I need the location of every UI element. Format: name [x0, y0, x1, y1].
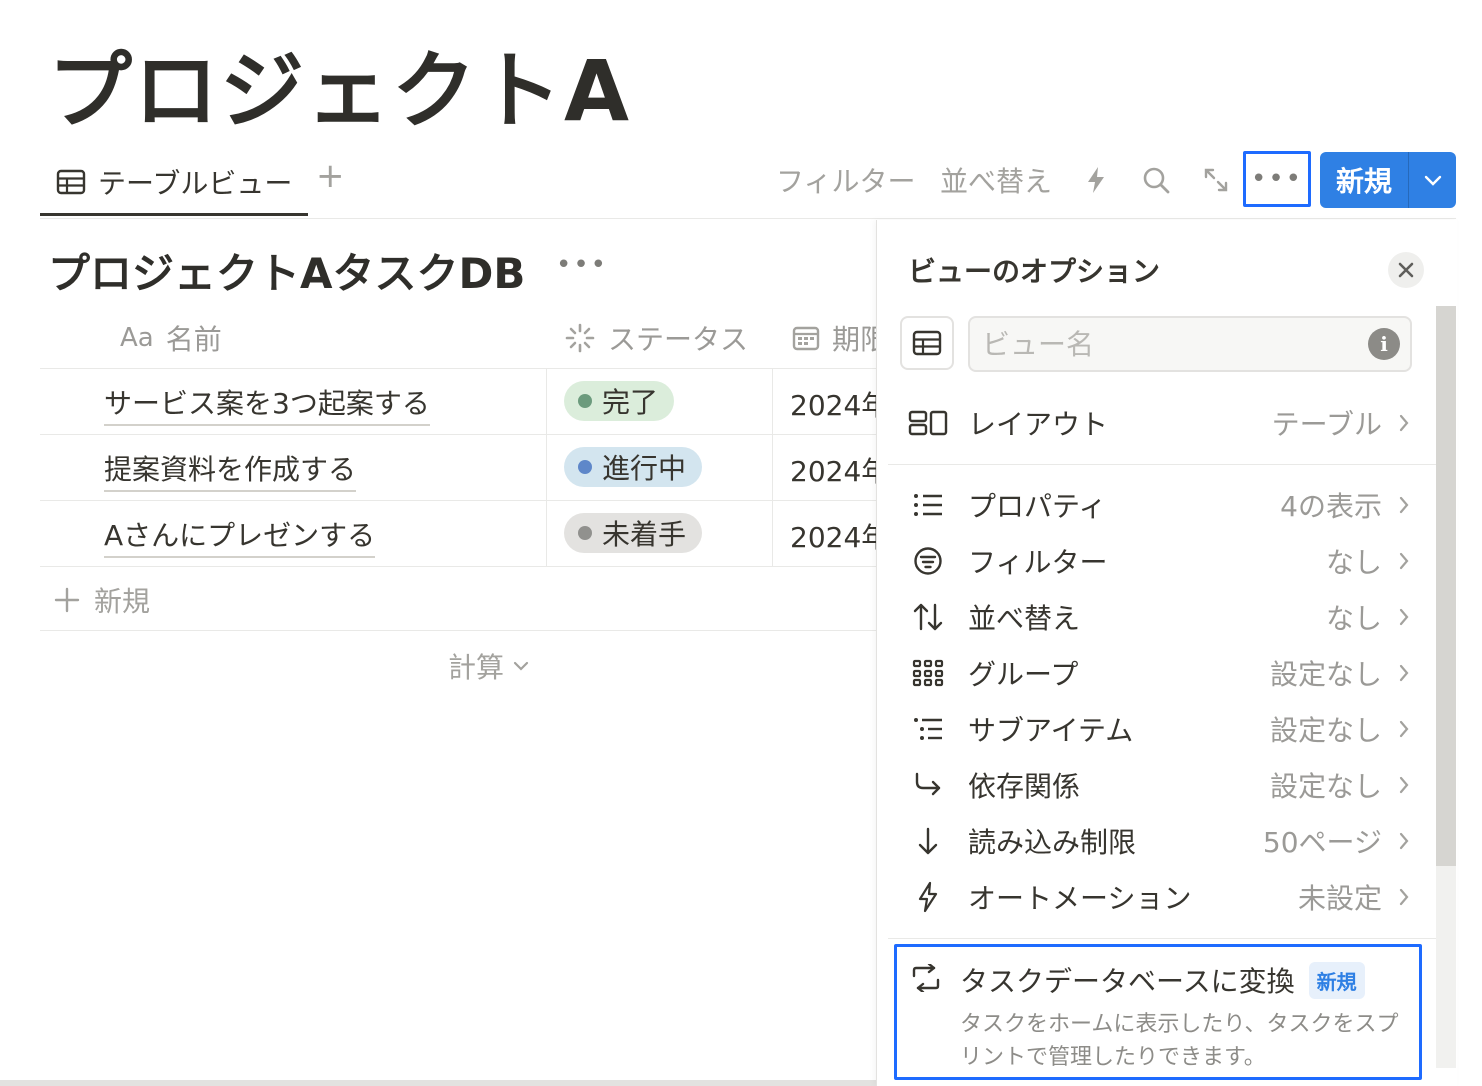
add-view-button[interactable]: + [316, 156, 345, 196]
column-header-name[interactable]: Aa 名前 [120, 318, 222, 358]
database-more-button[interactable]: ••• [556, 250, 608, 280]
convert-arrows-icon [910, 962, 942, 996]
option-sort[interactable]: 並べ替え なし [900, 595, 1410, 639]
layout-icon [900, 409, 956, 437]
status-spinner-icon [564, 322, 596, 354]
task-name-cell[interactable]: 提案資料を作成する [104, 448, 357, 492]
horizontal-scrollbar[interactable] [0, 1080, 876, 1086]
table-icon [56, 169, 86, 195]
new-button-group: 新規 [1320, 152, 1456, 208]
chevron-right-icon [1398, 663, 1410, 683]
chevron-down-icon [512, 660, 530, 672]
page-title: プロジェクトA [48, 42, 632, 140]
option-automation[interactable]: オートメーション 未設定 [900, 875, 1410, 919]
status-dot [578, 526, 592, 540]
panel-divider [888, 938, 1436, 939]
filter-button[interactable]: フィルター [776, 160, 915, 200]
info-icon[interactable]: i [1368, 328, 1400, 360]
status-badge[interactable]: 未着手 [564, 513, 703, 553]
tab-table-view[interactable]: テーブルビュー [40, 150, 308, 216]
database-title[interactable]: プロジェクトAタスクDB [48, 240, 525, 301]
tabbar-divider [40, 218, 1456, 219]
tab-label: テーブルビュー [98, 166, 293, 200]
row-divider [40, 368, 876, 369]
expand-icon[interactable] [1196, 160, 1236, 200]
due-date-cell[interactable]: 2024年 [790, 384, 876, 424]
group-grid-icon [900, 659, 956, 687]
dependency-arrow-icon [900, 771, 956, 799]
sort-button[interactable]: 並べ替え [940, 160, 1052, 200]
lightning-icon [900, 881, 956, 913]
option-group[interactable]: グループ 設定なし [900, 651, 1410, 695]
panel-scrollbar-thumb[interactable] [1436, 306, 1456, 866]
calculate-button[interactable]: 計算 [448, 646, 530, 686]
option-load-limit[interactable]: 読み込み制限 50ページ [900, 819, 1410, 863]
close-icon[interactable] [1388, 252, 1424, 288]
column-header-due[interactable]: 期限 [792, 318, 876, 358]
column-divider [772, 368, 773, 566]
chevron-right-icon [1398, 551, 1410, 571]
sort-arrows-icon [900, 602, 956, 632]
status-dot [578, 394, 592, 408]
row-divider [40, 630, 876, 631]
new-button[interactable]: 新規 [1320, 160, 1408, 200]
task-name-cell[interactable]: サービス案を3つ起案する [104, 382, 430, 426]
option-subitems[interactable]: サブアイテム 設定なし [900, 707, 1410, 751]
status-badge[interactable]: 完了 [564, 381, 675, 421]
chevron-right-icon [1398, 607, 1410, 627]
view-icon-picker[interactable] [900, 316, 954, 370]
due-date-cell[interactable]: 2024年 [790, 450, 876, 490]
arrow-down-icon [900, 826, 956, 856]
list-icon [900, 492, 956, 518]
row-divider [40, 434, 876, 435]
filter-icon [900, 546, 956, 576]
chevron-down-icon[interactable] [1409, 173, 1456, 187]
row-divider [40, 500, 876, 501]
chevron-right-icon [1398, 719, 1410, 739]
panel-divider [888, 464, 1436, 465]
chevron-right-icon [1398, 887, 1410, 907]
column-divider [546, 368, 547, 566]
status-badge[interactable]: 進行中 [564, 447, 703, 487]
text-aa-icon: Aa [120, 323, 154, 353]
table-icon [912, 330, 942, 356]
chevron-right-icon [1398, 495, 1410, 515]
convert-title: タスクデータベースに変換 新規 [960, 960, 1365, 1000]
chevron-right-icon [1398, 831, 1410, 851]
option-layout[interactable]: レイアウト テーブル [900, 401, 1410, 445]
convert-description: タスクをホームに表示したり、タスクをスプリントで管理したりできます。 [960, 1012, 1399, 1070]
search-icon[interactable] [1136, 160, 1176, 200]
option-filter[interactable]: フィルター なし [900, 539, 1410, 583]
subitems-icon [900, 716, 956, 742]
chevron-right-icon [1398, 413, 1410, 433]
panel-title: ビューのオプション [908, 255, 1161, 288]
task-name-cell[interactable]: Aさんにプレゼンする [104, 514, 376, 558]
more-options-button[interactable]: ••• [1243, 151, 1311, 207]
calendar-icon [792, 324, 820, 352]
plus-icon [54, 587, 80, 613]
option-dependencies[interactable]: 依存関係 設定なし [900, 763, 1410, 807]
column-header-status[interactable]: ステータス [564, 318, 748, 358]
option-properties[interactable]: プロパティ 4の表示 [900, 483, 1410, 527]
add-row-button[interactable]: 新規 [54, 580, 150, 620]
status-dot [578, 460, 592, 474]
due-date-cell[interactable]: 2024年 [790, 516, 876, 556]
view-name-input[interactable] [968, 316, 1412, 372]
row-divider [40, 566, 876, 567]
lightning-icon[interactable] [1076, 160, 1116, 200]
chevron-right-icon [1398, 775, 1410, 795]
new-badge: 新規 [1308, 961, 1365, 999]
